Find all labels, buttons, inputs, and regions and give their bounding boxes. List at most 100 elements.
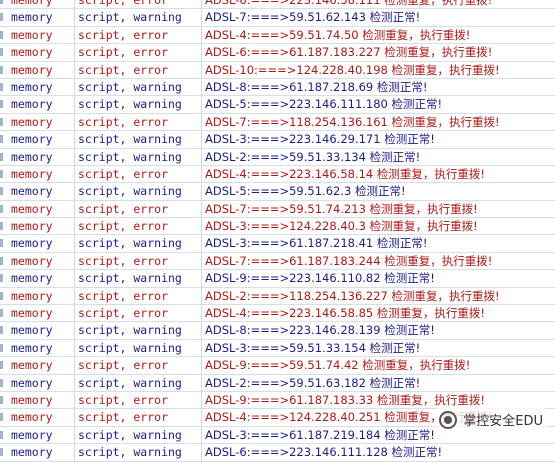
log-row[interactable]: memory script, error ADSL-7:===>118.254.13… [0,113,555,132]
log-message: ADSL-7:===>59.51.62.143 检测正常! [205,10,421,25]
row-marker-icon [0,65,3,74]
log-message: ADSL-2:===>59.51.63.182 检测正常! [205,375,421,390]
column-divider [74,96,75,113]
column-divider [74,200,75,218]
log-source: script, warning [78,236,182,251]
column-divider [201,409,202,426]
log-row[interactable]: memory script, warning ADSL-5:===>223.146.… [0,96,555,114]
log-row[interactable]: memory script, warning ADSL-8:===>223.146.… [0,322,555,340]
column-divider [74,374,75,391]
column-divider [201,183,202,200]
row-marker-icon [0,256,3,265]
column-divider [74,305,75,322]
log-source: script, error [78,201,169,216]
log-source: script, warning [78,79,182,94]
log-row[interactable]: memory script, error ADSL-6:===>223.146.58… [0,0,555,10]
row-marker-icon [0,48,3,57]
log-source: script, error [78,219,169,234]
log-category: memory [11,149,53,164]
column-divider [74,183,75,200]
log-row[interactable]: memory script, warning ADSL-5:===>59.51.62… [0,183,555,201]
log-category: memory [11,288,53,303]
column-divider [74,287,75,305]
log-row[interactable]: memory script, warning ADSL-2:===>59.51.33… [0,148,555,166]
log-source: script, error [78,166,169,181]
log-table: memory script, error ADSL-6:===>223.146.58… [0,0,555,462]
column-divider [201,444,202,461]
log-source: script, error [78,45,169,60]
log-source: script, error [78,253,169,268]
log-row[interactable]: memory script, warning ADSL-9:===>223.146.… [0,270,555,288]
log-row[interactable]: memory script, error ADSL-7:===>59.51.74.2… [0,200,555,219]
log-row[interactable]: memory script, warning ADSL-3:===>223.146.… [0,131,555,149]
column-divider [201,322,202,339]
log-category: memory [11,62,53,77]
column-divider [74,409,75,426]
log-message: ADSL-7:===>61.187.183.244 检测重复，执行重拨! [205,253,493,268]
log-message: ADSL-3:===>223.146.29.171 检测正常! [205,132,435,147]
log-row[interactable]: memory script, error ADSL-9:===>61.187.183… [0,391,555,410]
log-row[interactable]: memory script, error ADSL-3:===>124.228.40… [0,218,555,236]
row-marker-icon [0,30,3,39]
watermark-logo-icon [439,410,458,429]
column-divider [201,391,202,409]
log-category: memory [11,427,53,442]
log-row[interactable]: memory script, warning ADSL-3:===>59.51.33… [0,339,555,358]
column-divider [74,426,75,444]
log-message: ADSL-2:===>59.51.33.134 检测正常! [205,149,421,164]
log-category: memory [11,306,53,321]
log-category: memory [11,392,53,407]
log-category: memory [11,45,53,60]
column-divider [201,287,202,305]
column-divider [201,113,202,131]
column-divider [74,131,75,148]
row-marker-icon [0,413,3,422]
log-row[interactable]: memory script, error ADSL-4:===>223.146.58… [0,305,555,323]
column-divider [201,165,202,183]
column-divider [201,200,202,218]
column-divider [201,9,202,26]
column-divider [201,235,202,252]
row-marker-icon [0,430,3,439]
log-row[interactable]: memory script, warning ADSL-7:===>59.51.62… [0,9,555,27]
log-source: script, warning [78,445,182,460]
row-marker-icon [0,187,3,196]
log-message: ADSL-8:===>223.146.28.139 检测正常! [205,323,435,338]
row-marker-icon [0,378,3,387]
log-category: memory [11,253,53,268]
column-divider [74,78,75,96]
log-row[interactable]: memory script, error ADSL-4:===>59.51.74.5… [0,26,555,45]
log-category: memory [11,375,53,390]
log-source: script, error [78,392,169,407]
column-divider [74,148,75,165]
log-row[interactable]: memory script, warning ADSL-6:===>223.146.… [0,444,555,462]
log-row[interactable]: memory script, error ADSL-9:===>59.51.74.4… [0,357,555,375]
log-row[interactable]: memory script, error ADSL-10:===>124.228.4… [0,61,555,79]
log-row[interactable]: memory script, error ADSL-4:===>223.146.58… [0,165,555,184]
log-row[interactable]: memory script, warning ADSL-3:===>61.187.2… [0,235,555,253]
row-marker-icon [0,117,3,126]
log-row[interactable]: memory script, warning ADSL-2:===>59.51.63… [0,374,555,392]
column-divider [201,426,202,444]
log-category: memory [11,410,53,425]
log-category: memory [11,79,53,94]
log-row[interactable]: memory script, error ADSL-2:===>118.254.13… [0,287,555,306]
row-marker-icon [0,239,3,248]
log-message: ADSL-6:===>61.187.183.227 检测重复，执行重拨! [205,45,493,60]
log-message: ADSL-9:===>59.51.74.42 检测重复，执行重拨! [205,358,471,373]
log-category: memory [11,358,53,373]
column-divider [201,96,202,113]
log-row[interactable]: memory script, error ADSL-6:===>61.187.183… [0,44,555,62]
row-marker-icon [0,135,3,144]
log-category: memory [11,132,53,147]
column-divider [74,270,75,287]
log-message: ADSL-7:===>59.51.74.213 检测重复，执行重拨! [205,201,478,216]
log-row[interactable]: memory script, error ADSL-7:===>61.187.183… [0,252,555,271]
row-marker-icon [0,448,3,457]
column-divider [74,444,75,461]
log-row[interactable]: memory script, warning ADSL-8:===>61.187.2… [0,78,555,97]
log-source: script, warning [78,10,182,25]
column-divider [74,113,75,131]
row-marker-icon [0,222,3,231]
log-source: script, warning [78,427,182,442]
